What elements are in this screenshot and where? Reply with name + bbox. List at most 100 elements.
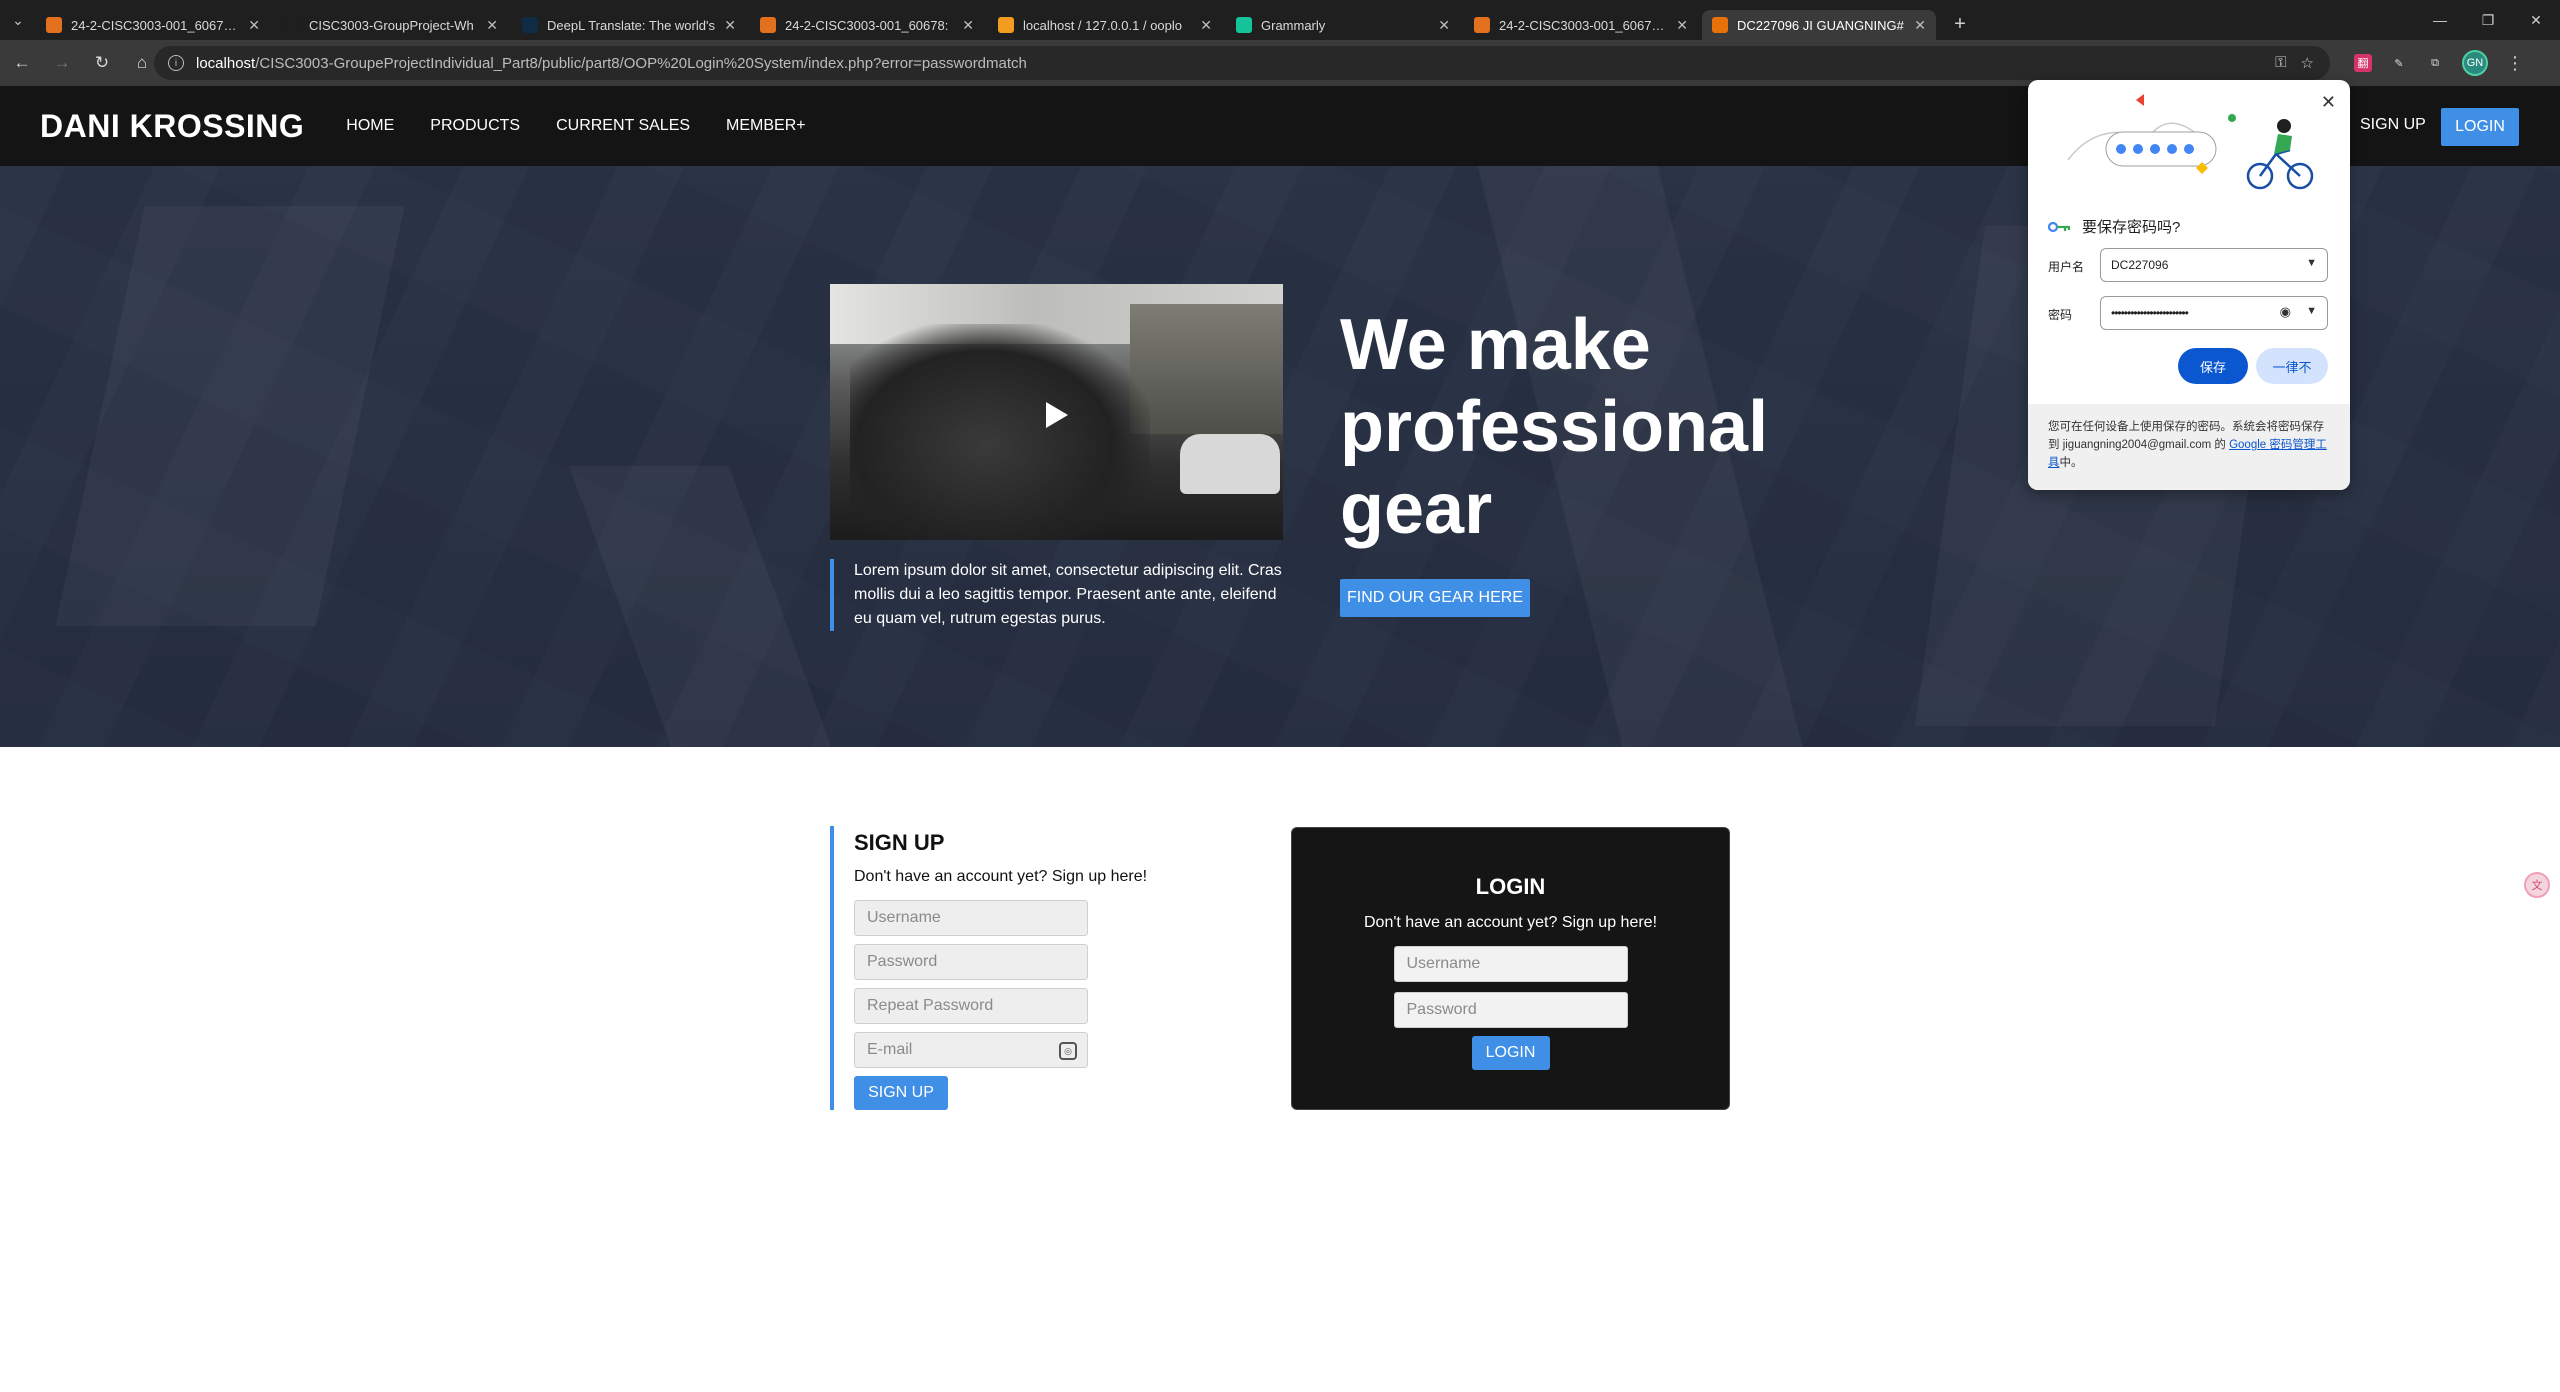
tab-close-icon[interactable]: ✕	[724, 17, 736, 34]
footer-end: 中。	[2059, 457, 2083, 469]
nav-products[interactable]: PRODUCTS	[430, 117, 520, 135]
username-label: 用户名	[2048, 260, 2085, 274]
browser-tab[interactable]: 24-2-CISC3003-001_60678: C ✕	[36, 10, 270, 40]
back-icon[interactable]: ←	[4, 45, 40, 81]
restore-icon[interactable]: ❐	[2464, 0, 2512, 40]
tab-close-icon[interactable]: ✕	[486, 17, 498, 34]
key-icon	[2048, 221, 2071, 232]
browser-tab[interactable]: 24-2-CISC3003-001_60678: ✕	[750, 10, 984, 40]
popup-footer: 您可在任何设备上使用保存的密码。系统会将密码保存到 jiguangning200…	[2028, 404, 2350, 490]
nav-current-sales[interactable]: CURRENT SALES	[556, 117, 690, 135]
umoodle-icon	[1474, 17, 1490, 33]
tab-close-icon[interactable]: ✕	[1438, 17, 1450, 34]
main-nav: HOME PRODUCTS CURRENT SALES MEMBER+	[346, 117, 805, 135]
browser-tab[interactable]: localhost / 127.0.0.1 / ooplo ✕	[988, 10, 1222, 40]
popup-title: 要保存密码吗?	[2048, 216, 2180, 237]
login-username-input[interactable]: Username	[1393, 946, 1628, 982]
dropdown-caret-icon[interactable]: ▼	[2306, 305, 2317, 317]
browser-tab[interactable]: DeepL Translate: The world's ✕	[512, 10, 746, 40]
tab-close-icon[interactable]: ✕	[962, 17, 974, 34]
document-icon	[1712, 17, 1728, 33]
save-password-popup: ✕ 要保存密码吗? 用户名 DC227096 ▼ 密码 ••••••••••••…	[2028, 80, 2350, 490]
login-password-input[interactable]: Password	[1393, 992, 1628, 1028]
bookmark-star-icon[interactable]: ☆	[2301, 54, 2314, 72]
header-login-button[interactable]: LOGIN	[2441, 108, 2519, 146]
tab-list: 24-2-CISC3003-001_60678: C ✕ CISC3003-Grou…	[36, 0, 1940, 40]
signup-subtitle: Don't have an account yet? Sign up here!	[854, 868, 1148, 885]
signup-email-input[interactable]: E-mail ◎	[854, 1032, 1088, 1068]
login-username-placeholder: Username	[1406, 955, 1481, 972]
signup-password-placeholder: Password	[867, 953, 938, 970]
popup-username-field[interactable]: DC227096 ▼	[2100, 248, 2328, 282]
signup-repeat-placeholder: Repeat Password	[867, 997, 994, 1014]
close-icon[interactable]: ✕	[2321, 92, 2336, 113]
save-password-button[interactable]: 保存	[2178, 348, 2248, 384]
signup-password-input[interactable]: Password	[854, 944, 1088, 980]
reload-icon[interactable]: ↻	[84, 45, 120, 81]
login-card: LOGIN Don't have an account yet? Sign up…	[1291, 827, 1730, 1110]
dropdown-caret-icon[interactable]: ▼	[2306, 257, 2317, 269]
hero-quote: Lorem ipsum dolor sit amet, consectetur …	[830, 559, 1290, 631]
umoodle-icon	[760, 17, 776, 33]
site-info-icon[interactable]: i	[168, 55, 184, 71]
grammarly-icon	[1236, 17, 1252, 33]
tab-close-icon[interactable]: ✕	[1200, 17, 1212, 34]
signup-title: SIGN UP	[854, 830, 945, 855]
tab-title: localhost / 127.0.0.1 / ooplo	[1023, 17, 1183, 33]
signup-email-placeholder: E-mail	[867, 1041, 913, 1058]
puzzle-icon[interactable]: ⧉	[2426, 54, 2444, 72]
menu-dots-icon[interactable]: ⋮	[2506, 53, 2524, 74]
umoodle-icon	[46, 17, 62, 33]
site-logo[interactable]: DANI KROSSING	[40, 108, 304, 145]
tab-close-icon[interactable]: ✕	[1914, 17, 1926, 34]
signup-username-placeholder: Username	[867, 909, 941, 926]
tab-strip: ⌄ 24-2-CISC3003-001_60678: C ✕ CISC3003-Gr…	[0, 0, 2560, 40]
login-button[interactable]: LOGIN	[1471, 1036, 1550, 1070]
close-window-icon[interactable]: ✕	[2512, 0, 2560, 40]
github-icon	[284, 17, 300, 33]
video-thumbnail[interactable]	[830, 284, 1283, 540]
extension-pen-icon[interactable]: ✎	[2390, 54, 2408, 72]
minimize-icon[interactable]: —	[2416, 0, 2464, 40]
play-icon[interactable]	[1046, 402, 1068, 428]
popup-password-field[interactable]: •••••••••••••••••••••••• ◉ ▼	[2100, 296, 2328, 330]
signup-repeat-password-input[interactable]: Repeat Password	[854, 988, 1088, 1024]
never-save-button[interactable]: 一律不	[2256, 348, 2328, 384]
extensions-area: 翻 ✎ ⧉ GN ⋮	[2354, 46, 2524, 80]
password-key-icon[interactable]: ⚿	[2275, 54, 2286, 72]
browser-tab[interactable]: CISC3003-GroupProject-Wh ✕	[274, 10, 508, 40]
popup-username-value: DC227096	[2111, 258, 2169, 272]
tab-close-icon[interactable]: ✕	[248, 17, 260, 34]
forward-icon[interactable]: →	[44, 45, 80, 81]
extension-icon[interactable]: 翻	[2354, 54, 2372, 72]
tab-search-icon[interactable]: ⌄	[0, 0, 36, 40]
translate-float-icon[interactable]: 文	[2524, 872, 2550, 898]
login-password-placeholder: Password	[1406, 1001, 1477, 1018]
tab-close-icon[interactable]: ✕	[1676, 17, 1688, 34]
deepl-icon	[522, 17, 538, 33]
autofill-icon[interactable]: ◎	[1059, 1042, 1077, 1060]
signup-button[interactable]: SIGN UP	[854, 1076, 948, 1110]
show-password-eye-icon[interactable]: ◉	[2280, 304, 2291, 320]
nav-member-plus[interactable]: MEMBER+	[726, 117, 806, 135]
nav-home[interactable]: HOME	[346, 117, 394, 135]
profile-avatar-icon[interactable]: GN	[2462, 50, 2488, 76]
url-path: /CISC3003-GroupeProjectIndividual_Part8/…	[255, 54, 1027, 72]
find-gear-button[interactable]: FIND OUR GEAR HERE	[1340, 579, 1530, 617]
header-signup-link[interactable]: SIGN UP	[2360, 116, 2426, 134]
new-tab-button[interactable]: +	[1946, 10, 1974, 38]
hero-title: We make professional gear	[1340, 305, 1769, 549]
popup-password-value: ••••••••••••••••••••••••	[2111, 306, 2189, 320]
browser-tab[interactable]: 24-2-CISC3003-001_60678: C ✕	[1464, 10, 1698, 40]
phpmyadmin-icon	[998, 17, 1014, 33]
password-label: 密码	[2048, 308, 2073, 322]
browser-tab[interactable]: DC227096 JI GUANGNING# ✕	[1702, 10, 1936, 40]
signup-section: SIGN UP Don't have an account yet? Sign …	[830, 826, 1230, 1110]
signup-username-input[interactable]: Username	[854, 900, 1088, 936]
tab-title: 24-2-CISC3003-001_60678: C	[71, 17, 241, 33]
window-controls: — ❐ ✕	[2416, 0, 2560, 40]
address-bar[interactable]: i localhost /CISC3003-GroupeProjectIndiv…	[154, 46, 2330, 80]
tab-title: 24-2-CISC3003-001_60678:	[785, 17, 949, 33]
tab-title: 24-2-CISC3003-001_60678: C	[1499, 17, 1669, 33]
browser-tab[interactable]: Grammarly ✕	[1226, 10, 1460, 40]
